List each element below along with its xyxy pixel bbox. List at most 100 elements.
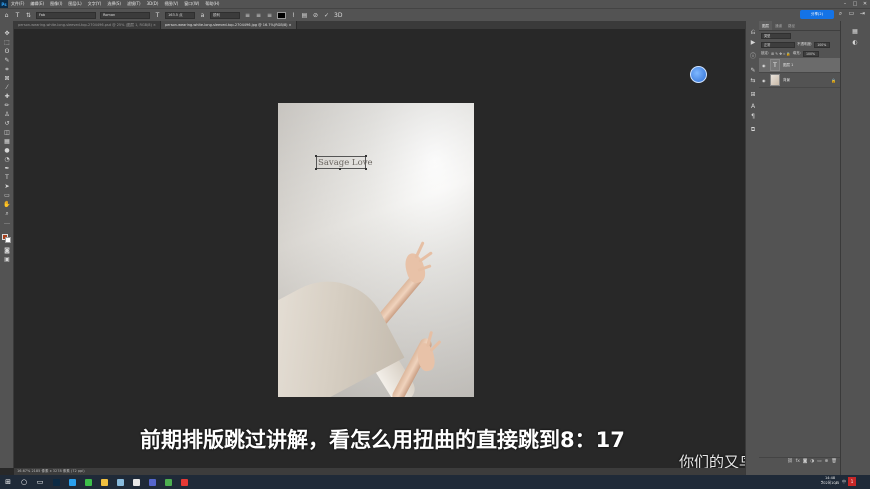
app-taskbar-icon[interactable]	[148, 478, 156, 486]
photoshop-taskbar-icon[interactable]	[52, 478, 60, 486]
search-icon[interactable]: ○	[18, 476, 30, 488]
folder-taskbar-icon[interactable]	[100, 478, 108, 486]
visibility-eye-icon[interactable]: ◉	[762, 78, 767, 83]
transform-handle[interactable]	[339, 168, 341, 170]
menu-type[interactable]: 文字(Y)	[85, 0, 105, 8]
zoom-tool-icon[interactable]: ⌕	[3, 210, 11, 217]
document-tab-psd[interactable]: person-wearing-white-long-sleeved-top-27…	[14, 21, 161, 29]
wechat-taskbar-icon[interactable]	[84, 478, 92, 486]
font-style-select[interactable]: Roman	[100, 11, 150, 19]
transform-handle[interactable]	[315, 168, 317, 170]
menu-filter[interactable]: 滤镜(T)	[124, 0, 144, 8]
color-panel-icon[interactable]: ◐	[849, 39, 861, 47]
align-left-icon[interactable]: ≡	[244, 12, 251, 19]
align-right-icon[interactable]: ≡	[266, 12, 273, 19]
layer-row-text[interactable]: ◉ T 图层 1	[759, 58, 840, 73]
document-tab-jpg[interactable]: person-wearing-white-long-sleeved-top-27…	[160, 21, 297, 29]
shape-tool-icon[interactable]: ▭	[3, 192, 11, 199]
menu-select[interactable]: 选择(S)	[104, 0, 124, 8]
adjustments-icon[interactable]: ⇆	[749, 77, 757, 84]
search-icon[interactable]: ⌕	[837, 10, 844, 18]
gradient-tool-icon[interactable]: ▦	[3, 138, 11, 145]
group-icon[interactable]: ▭	[817, 458, 821, 465]
workspace-icon[interactable]: ▭	[848, 10, 855, 18]
app-taskbar-icon[interactable]	[68, 478, 76, 486]
warp-text-icon[interactable]: ⌇	[290, 12, 297, 19]
menu-layer[interactable]: 图层(L)	[65, 0, 84, 8]
floating-assistant-icon[interactable]	[690, 66, 707, 83]
crop-tool-icon[interactable]: ⌗	[3, 66, 11, 73]
delete-layer-icon[interactable]: 🗑	[831, 458, 837, 465]
tab-layers[interactable]: 图层	[759, 21, 772, 30]
actions-icon[interactable]: ▶	[749, 39, 757, 46]
app-taskbar-icon[interactable]	[116, 478, 124, 486]
menu-edit[interactable]: 编辑(E)	[27, 0, 47, 8]
more-tools-icon[interactable]: …	[3, 219, 11, 226]
quick-mask-icon[interactable]: ◙	[3, 247, 11, 254]
transform-handle[interactable]	[365, 155, 367, 157]
clone-stamp-tool-icon[interactable]: ♙	[3, 111, 11, 118]
tab-paths[interactable]: 路径	[785, 21, 798, 30]
text-color-swatch[interactable]	[277, 11, 286, 19]
opacity-field[interactable]: 100%	[814, 41, 831, 48]
lasso-tool-icon[interactable]: ʘ	[3, 48, 11, 55]
move-tool-icon[interactable]: ✥	[3, 30, 11, 37]
font-family-select[interactable]: Fab	[36, 11, 96, 19]
antialias-select[interactable]: 锐利	[210, 11, 240, 19]
tab-channels[interactable]: 通道	[772, 21, 785, 30]
cancel-icon[interactable]: ⊘	[312, 12, 319, 19]
layer-row-background[interactable]: ◉ 背景 🔒	[759, 73, 840, 88]
maximize-icon[interactable]: □	[850, 0, 860, 8]
app-taskbar-icon[interactable]	[180, 478, 188, 486]
3d-icon[interactable]: 3D	[334, 12, 342, 19]
healing-brush-tool-icon[interactable]: ✚	[3, 93, 11, 100]
minimize-icon[interactable]: –	[840, 0, 850, 8]
pen-tool-icon[interactable]: ✒	[3, 165, 11, 172]
menu-image[interactable]: 图像(I)	[47, 0, 65, 8]
type-tool-icon[interactable]: T	[14, 12, 21, 19]
frame-tool-icon[interactable]: ⊠	[3, 75, 11, 82]
layer-style-icon[interactable]: fx	[796, 458, 800, 465]
background-color-swatch[interactable]	[5, 237, 11, 243]
new-layer-icon[interactable]: ⊕	[825, 458, 829, 465]
link-layers-icon[interactable]: ⛓	[787, 458, 793, 465]
menu-help[interactable]: 帮助(H)	[202, 0, 222, 8]
menu-3d[interactable]: 3D(D)	[144, 0, 162, 8]
hand-tool-icon[interactable]: ✋	[3, 201, 11, 208]
dodge-tool-icon[interactable]: ◔	[3, 156, 11, 163]
brush-settings-icon[interactable]: ✎	[749, 67, 757, 74]
screen-mode-icon[interactable]: ▣	[3, 256, 11, 263]
blur-tool-icon[interactable]: ●	[3, 147, 11, 154]
path-select-tool-icon[interactable]: ➤	[3, 183, 11, 190]
lock-icons[interactable]: ⊞ ✎ ✥ ⌗ 🔒	[771, 52, 791, 56]
fill-field[interactable]: 100%	[802, 50, 819, 57]
blend-mode-select[interactable]: 正常	[761, 41, 795, 48]
taskbar-clock[interactable]: 14:48 2020/10/4	[820, 476, 840, 486]
share-button[interactable]: 分享(2)	[800, 10, 834, 19]
character-panel-icon[interactable]: ▤	[301, 12, 308, 19]
document-canvas-photo[interactable]: Savage Love	[278, 103, 474, 397]
transform-handle[interactable]	[315, 155, 317, 157]
info-icon[interactable]: ⓘ	[749, 53, 757, 60]
task-view-icon[interactable]: ▭	[34, 476, 46, 488]
transform-handle[interactable]	[365, 168, 367, 170]
text-orientation-icon[interactable]: ⇅	[25, 12, 32, 19]
history-brush-tool-icon[interactable]: ↺	[3, 120, 11, 127]
brush-tool-icon[interactable]: ✏	[3, 102, 11, 109]
paragraph-icon[interactable]: ¶	[749, 113, 757, 120]
chrome-taskbar-icon[interactable]	[132, 478, 140, 486]
font-size-select[interactable]: 163.5 点	[165, 11, 195, 19]
home-icon[interactable]: ⌂	[3, 12, 10, 19]
close-icon[interactable]: ✕	[860, 0, 870, 8]
marquee-tool-icon[interactable]: ⬚	[3, 39, 11, 46]
windows-start-icon[interactable]: ⊞	[2, 476, 14, 488]
notification-badge[interactable]: 1	[848, 477, 856, 486]
eraser-tool-icon[interactable]: ◫	[3, 129, 11, 136]
history-icon[interactable]: ⎌	[749, 29, 757, 36]
panel-toggle-icon[interactable]: ⇥	[859, 10, 866, 18]
ime-icon[interactable]: 中	[842, 479, 846, 485]
type-tool-icon[interactable]: T	[3, 174, 11, 181]
glyphs-icon[interactable]: ⧉	[749, 126, 757, 133]
menu-file[interactable]: 文件(F)	[8, 0, 27, 8]
text-layer-bounding-box[interactable]: Savage Love	[315, 155, 373, 170]
